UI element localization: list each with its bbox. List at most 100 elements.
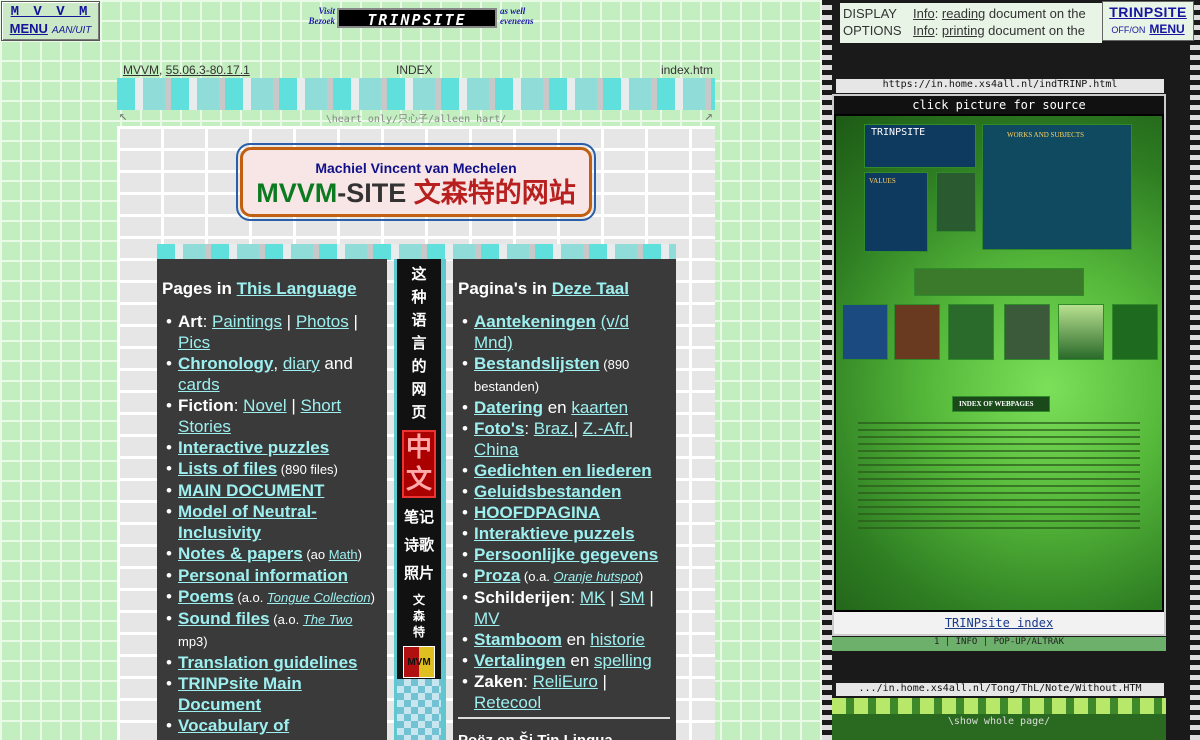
menu-link[interactable]: MENU xyxy=(10,21,48,36)
chinese-vertical-text[interactable]: 这种语言的网页 xyxy=(397,259,441,424)
chinese-char[interactable]: 网 xyxy=(397,378,441,401)
left-page-link[interactable]: Translation guidelines xyxy=(178,653,357,672)
preview-image[interactable]: TRINPSITE WORKS AND SUBJECTS VALUES INDE… xyxy=(836,116,1162,610)
second-preview[interactable]: \show whole page/ xyxy=(832,698,1166,740)
chinese-category-link[interactable]: 笔记 xyxy=(397,504,441,532)
right-page-link[interactable]: historie xyxy=(590,630,645,649)
deze-taal-link[interactable]: Deze Taal xyxy=(552,279,629,298)
right-page-link[interactable]: Datering xyxy=(474,398,543,417)
chinese-category-link[interactable]: 照片 xyxy=(397,560,441,588)
left-page-link[interactable]: The Two xyxy=(303,612,353,627)
left-page-link[interactable]: Tongue Collection xyxy=(267,590,371,605)
chinese-char[interactable]: 语 xyxy=(397,309,441,332)
mvvm-menu-box[interactable]: M V V M MENU AAN/UIT xyxy=(1,1,100,41)
left-page-link[interactable]: Pics xyxy=(178,333,210,352)
trinpsite-index-link[interactable]: TRINPsite index xyxy=(945,616,1053,630)
chinese-char[interactable]: 的 xyxy=(397,355,441,378)
expand-right-icon[interactable]: ↗ xyxy=(705,108,713,124)
info-link-1[interactable]: Info xyxy=(913,6,935,21)
left-page-link[interactable]: cards xyxy=(178,375,220,394)
left-page-link[interactable]: MAIN DOCUMENT xyxy=(178,481,324,500)
right-page-link[interactable]: Gedichten en liederen xyxy=(474,461,652,480)
right-page-link[interactable]: SM xyxy=(619,588,645,607)
chinese-big-char[interactable]: 中 xyxy=(404,432,434,464)
right-page-link[interactable]: MK xyxy=(580,588,606,607)
right-page-item: Datering en kaarten xyxy=(458,397,670,418)
right-page-link[interactable]: Foto's xyxy=(474,419,524,438)
trinpsite-preview[interactable]: click picture for source TRINPSITE WORKS… xyxy=(832,94,1166,636)
right-page-link[interactable]: MV xyxy=(474,609,500,628)
right-page-link[interactable]: Proza xyxy=(474,566,520,585)
chinese-pages-box[interactable]: 这种语言的网页 中文 笔记 诗歌 照片 文森特 MVM xyxy=(397,259,441,679)
chinese-char[interactable]: 种 xyxy=(397,286,441,309)
left-page-link[interactable]: Paintings xyxy=(212,312,282,331)
right-page-link[interactable]: Z.-Afr. xyxy=(583,419,629,438)
trinpsite-menu-title[interactable]: TRINPSITE xyxy=(1103,4,1193,20)
chinese-category-link[interactable]: 诗歌 xyxy=(397,532,441,560)
mvm-logo-icon[interactable]: MVM xyxy=(403,646,435,678)
info-link-2[interactable]: Info xyxy=(913,23,935,38)
author-name: Machiel Vincent van Mechelen xyxy=(315,160,517,176)
left-page-link[interactable]: Photos xyxy=(296,312,349,331)
chinese-char[interactable]: 言 xyxy=(397,332,441,355)
right-page-link[interactable]: Persoonlijke gegevens xyxy=(474,545,658,564)
source-url-1[interactable]: https://in.home.xs4all.nl/indTRINP.html xyxy=(836,79,1164,93)
left-page-link[interactable]: diary xyxy=(283,354,320,373)
right-page-link[interactable]: Interaktieve puzzels xyxy=(474,524,635,543)
chinese-char[interactable]: 页 xyxy=(397,401,441,424)
left-page-link[interactable]: Sound files xyxy=(178,609,270,628)
expand-left-icon[interactable]: ↖ xyxy=(119,108,127,124)
this-language-link[interactable]: This Language xyxy=(237,279,357,298)
right-page-link[interactable]: ReliEuro xyxy=(533,672,598,691)
mvvm-banner-stripe[interactable] xyxy=(117,78,715,110)
right-page-link[interactable]: spelling xyxy=(594,651,652,670)
chinese-big-label[interactable]: 中文 xyxy=(402,430,436,498)
right-page-link[interactable]: Geluidsbestanden xyxy=(474,482,621,501)
left-page-link[interactable]: Personal information xyxy=(178,566,348,585)
left-page-link[interactable]: Interactive puzzles xyxy=(178,438,329,457)
reading-link[interactable]: reading xyxy=(942,6,985,21)
left-page-link[interactable]: Lists of files xyxy=(178,459,277,478)
left-page-link[interactable]: Chronology xyxy=(178,354,273,373)
right-page-link[interactable]: Stamboom xyxy=(474,630,562,649)
right-page-link[interactable]: kaarten xyxy=(571,398,628,417)
right-page-link[interactable]: Bestandslijsten xyxy=(474,354,600,373)
chinese-category-links[interactable]: 笔记 诗歌 照片 xyxy=(397,504,441,588)
right-page-link[interactable]: Retecool xyxy=(474,693,541,712)
right-page-link[interactable]: China xyxy=(474,440,518,459)
left-page-link[interactable]: Model of Neutral-Inclusivity xyxy=(178,502,317,542)
source-url-2[interactable]: .../in.home.xs4all.nl/Tong/ThL/Note/With… xyxy=(836,683,1164,696)
left-page-link[interactable]: Notes & papers xyxy=(178,544,303,563)
right-page-link[interactable]: Braz. xyxy=(534,419,574,438)
mvvm-link[interactable]: MVVM xyxy=(123,63,159,77)
left-page-link[interactable]: TRINPsite Main Document xyxy=(178,674,302,714)
chinese-char[interactable]: 这 xyxy=(397,263,441,286)
right-page-list: Aantekeningen (v/d Mnd)Bestandslijsten (… xyxy=(458,311,670,713)
right-page-link[interactable]: Aantekeningen xyxy=(474,312,596,331)
trinpsite-menu-box[interactable]: TRINPSITE OFF/ON MENU xyxy=(1102,1,1194,41)
left-page-link[interactable]: Poems xyxy=(178,587,234,606)
printing-link[interactable]: printing xyxy=(942,23,985,38)
preview-info-row[interactable]: 1 | INFO | POP-UP/ALTRAK xyxy=(832,637,1166,651)
left-page-item: Sound files (a.o. The Two mp3) xyxy=(162,608,381,652)
preview-caption[interactable]: click picture for source xyxy=(834,96,1164,114)
menu-toggle[interactable]: AAN/UIT xyxy=(52,25,91,36)
trinpsite-menu-link[interactable]: MENU xyxy=(1149,22,1184,36)
version-link[interactable]: 55.06.3-80.17.1 xyxy=(166,63,250,77)
preview-footer[interactable]: TRINPsite index xyxy=(834,612,1164,634)
heart-only-text[interactable]: \heart only/只心子/alleen hart/ xyxy=(326,114,507,125)
heart-only-row[interactable]: ↖ \heart only/只心子/alleen hart/ ↗ xyxy=(117,108,715,126)
right-page-link[interactable]: HOOFDPAGINA xyxy=(474,503,600,522)
chinese-big-char[interactable]: 文 xyxy=(404,464,434,496)
trinpsite-logo[interactable]: TRINPSITE xyxy=(337,8,497,29)
left-page-link[interactable]: Novel xyxy=(243,396,286,415)
trinpsite-toggle[interactable]: OFF/ON xyxy=(1111,25,1145,35)
site-title-box: Machiel Vincent van Mechelen MVVM-SITE 文… xyxy=(236,143,596,221)
left-page-link[interactable]: Vocabulary of xyxy=(178,716,289,735)
right-page-link[interactable]: Vertalingen xyxy=(474,651,566,670)
mvvm-menu-title[interactable]: M V V M xyxy=(2,4,99,20)
left-page-link[interactable]: Math xyxy=(329,547,358,562)
right-page-link[interactable]: Oranje hutspot xyxy=(554,569,639,584)
show-whole-page-link[interactable]: \show whole page/ xyxy=(832,716,1166,727)
visit-trinpsite-banner[interactable]: Visit Bezoek TRINPSITE as well eveneens xyxy=(295,6,545,30)
